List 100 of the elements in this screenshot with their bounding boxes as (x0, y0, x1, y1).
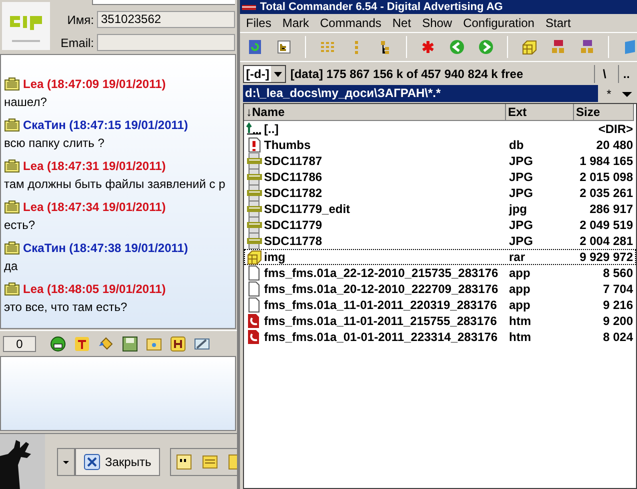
message-author: СкаТин (18:47:38 19/01/2011) (23, 240, 188, 257)
free-space-label: [data] 175 867 156 k of 457 940 824 k free (290, 66, 524, 83)
file-name: fms_fms.01a_11-01-2011_215755_283176 (264, 313, 497, 330)
file-row[interactable]: img rar 9 929 972 (244, 249, 636, 265)
character-counter: 0 (3, 336, 36, 352)
file-size: 286 917 (590, 202, 633, 216)
file-name: fms_fms.01a_01-01-2011_223314_283176 (264, 329, 498, 346)
message-input[interactable] (0, 356, 236, 432)
parent-button[interactable]: .. (618, 65, 634, 83)
ftp-icon[interactable] (550, 39, 566, 55)
file-name: fms_fms.01a_22-12-2010_215735_283176 (264, 265, 498, 282)
file-extension: rar (509, 250, 526, 264)
message-icon (4, 282, 20, 296)
file-name: SDC11778 (264, 233, 322, 250)
message-icon (4, 240, 20, 255)
file-row[interactable]: Thumbs db 20 480 (244, 137, 636, 153)
file-extension: JPG (509, 234, 534, 248)
menu-item[interactable]: Mark (282, 14, 310, 32)
file-row[interactable]: fms_fms.01a_11-01-2011_215755_283176 htm 9 200 (244, 313, 636, 329)
file-size: 9 216 (602, 298, 633, 312)
file-row[interactable]: SDC11778 JPG 2 004 281 (244, 233, 636, 249)
forward-icon[interactable] (478, 39, 494, 55)
file-row[interactable]: fms_fms.01a_22-12-2010_215735_283176 app 8 560 (244, 265, 636, 281)
name-label: Имя: (66, 12, 94, 29)
file-name: Thumbs (264, 137, 311, 154)
message-icon (4, 158, 20, 173)
file-row[interactable]: fms_fms.01a_11-01-2011_220319_283176 app 9 216 (244, 297, 636, 313)
message-text: всю папку слить ? (4, 136, 106, 151)
app-logo-icon (2, 2, 50, 50)
name-field[interactable]: 351023562 (97, 11, 235, 28)
folder-icon[interactable] (146, 336, 162, 352)
message-icon (4, 118, 20, 132)
dropdown-button[interactable] (57, 448, 75, 476)
image-file-icon (246, 153, 262, 169)
note-icon[interactable] (202, 454, 218, 470)
file-row[interactable]: SDC11779_edit jpg 286 917 (244, 201, 636, 217)
path-bar: d:\_lea_docs\my_доcи\ЗАГРАН\*.* (243, 85, 598, 102)
file-row[interactable]: SDC11787 JPG 1 984 165 (244, 153, 636, 169)
file-name: fms_fms.01a_20-12-2010_222709_283176 (264, 281, 498, 298)
file-size: <DIR> (598, 122, 633, 136)
up-arrow-icon (246, 121, 262, 137)
message-author: Lea (18:47:31 19/01/2011) (23, 158, 166, 175)
file-name: SDC11782 (264, 185, 322, 202)
image-file-icon (246, 169, 262, 185)
close-button[interactable]: Закрыть (75, 448, 160, 476)
message-text: там должны быть файлы заявлений с р (4, 176, 226, 192)
file-name: [..] (264, 121, 279, 138)
image-file-icon (246, 217, 262, 233)
file-row[interactable]: SDC11779 JPG 2 049 519 (244, 217, 636, 233)
file-size: 7 704 (602, 282, 633, 296)
file-name: SDC11787 (264, 153, 322, 170)
email-field[interactable] (97, 34, 235, 52)
file-extension: JPG (509, 154, 534, 168)
file-icon (246, 297, 262, 313)
top-field[interactable] (92, 0, 235, 5)
message-text: да (4, 258, 19, 274)
file-name: SDC11779_edit (264, 201, 350, 218)
back-icon[interactable] (449, 39, 465, 55)
smiley-icon[interactable] (50, 336, 66, 352)
file-name: img (264, 249, 286, 266)
file-size: 2 035 261 (580, 186, 633, 200)
column-header[interactable]: Ext (506, 104, 574, 121)
file-extension: JPG (509, 218, 534, 232)
root-button[interactable]: \ (594, 65, 614, 83)
refresh-icon[interactable] (247, 39, 263, 55)
drive-dropdown[interactable]: [-d-] (243, 65, 286, 83)
file-extension: JPG (509, 186, 534, 200)
file-size: 20 480 (596, 138, 633, 152)
message-author: Lea (18:47:09 19/01/2011) (23, 76, 166, 93)
file-row[interactable]: SDC11782 JPG 2 035 261 (244, 185, 636, 201)
column-header[interactable]: Size (574, 104, 634, 121)
menu-item[interactable]: Net (392, 14, 412, 32)
history-icon[interactable] (170, 336, 186, 352)
menu-item[interactable]: Configuration (463, 14, 534, 32)
filter-button[interactable]: * (600, 84, 618, 102)
file-extension: db (509, 138, 524, 152)
message-icon (4, 76, 20, 91)
menu-item[interactable]: Files (246, 14, 272, 32)
file-extension: app (509, 266, 530, 280)
menu-item[interactable]: Start (545, 14, 571, 32)
archive-icon[interactable] (521, 39, 537, 55)
copy-icon[interactable] (622, 39, 637, 55)
file-row[interactable]: fms_fms.01a_01-01-2011_223314_283176 htm 8 024 (244, 329, 636, 345)
network-icon[interactable] (579, 39, 595, 55)
file-row[interactable]: fms_fms.01a_20-12-2010_222709_283176 app 7 704 (244, 281, 636, 297)
file-size: 8 560 (602, 266, 633, 280)
column-header[interactable]: ↓Name (244, 104, 506, 121)
file-row[interactable]: SDC11786 JPG 2 015 098 (244, 169, 636, 185)
message-author: Lea (18:48:05 19/01/2011) (23, 280, 166, 298)
web-page-icon (246, 313, 262, 329)
file-size: 9 929 972 (580, 250, 633, 264)
file-row[interactable]: [..] <DIR> (244, 121, 636, 137)
menu-item[interactable]: Show (422, 14, 452, 32)
menu-item[interactable]: Commands (320, 14, 382, 32)
text-format-icon[interactable] (74, 336, 90, 352)
quote-icon[interactable] (176, 454, 192, 470)
file-size: 1 984 165 (580, 154, 633, 168)
window-title: Total Commander 6.54 - Digital Advertising AG (260, 0, 503, 14)
asterisk-icon[interactable] (420, 39, 436, 55)
file-size: 2 015 098 (580, 170, 633, 184)
